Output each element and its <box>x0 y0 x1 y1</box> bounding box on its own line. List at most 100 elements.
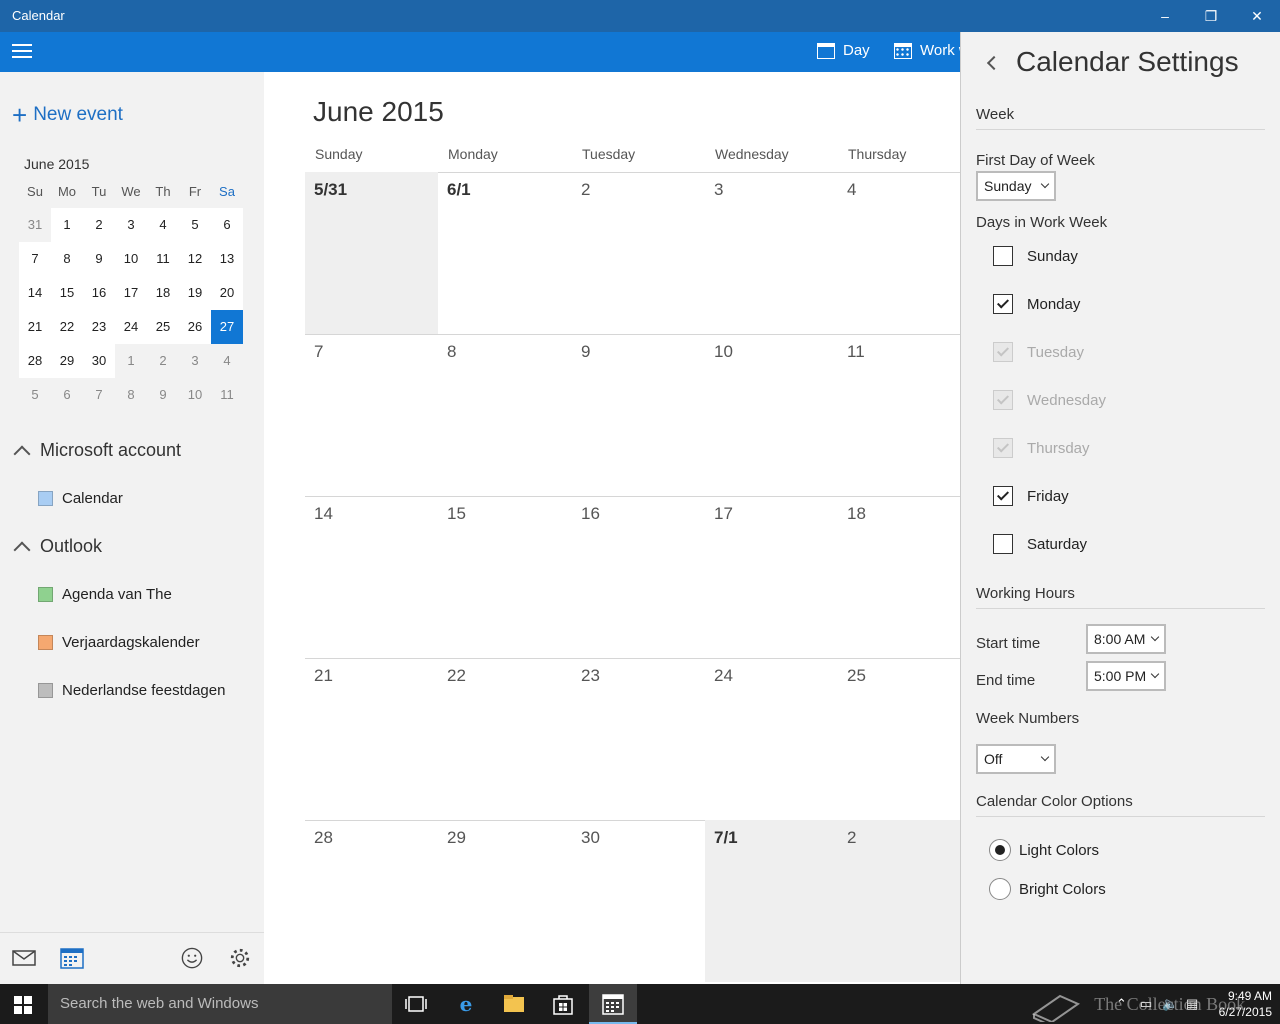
mini-calendar-day[interactable]: 18 <box>147 276 179 310</box>
light-colors-radio[interactable]: Light Colors <box>989 839 1099 861</box>
calendar-item[interactable]: Calendar <box>38 490 123 507</box>
month-day-cell[interactable]: 21 <box>305 658 438 820</box>
month-day-cell[interactable]: 2 <box>838 820 971 982</box>
mini-calendar-day[interactable]: 5 <box>179 208 211 242</box>
mini-calendar-day[interactable]: 27 <box>211 310 243 344</box>
calendar-taskbar-button[interactable] <box>589 984 637 1024</box>
mini-calendar-day[interactable]: 13 <box>211 242 243 276</box>
mini-calendar-day[interactable]: 25 <box>147 310 179 344</box>
work-day-checkbox-saturday[interactable]: Saturday <box>993 534 1087 554</box>
month-day-cell[interactable]: 14 <box>305 496 438 658</box>
feedback-smiley-icon[interactable] <box>180 947 204 969</box>
month-day-cell[interactable]: 4 <box>838 172 971 334</box>
mini-calendar-day[interactable]: 7 <box>83 378 115 412</box>
minimize-button[interactable]: – <box>1142 0 1188 32</box>
mini-calendar-day[interactable]: 9 <box>83 242 115 276</box>
close-button[interactable]: ✕ <box>1234 0 1280 32</box>
calendar-item[interactable]: Verjaardagskalender <box>38 634 200 651</box>
month-day-cell[interactable]: 18 <box>838 496 971 658</box>
mini-calendar-day[interactable]: 12 <box>179 242 211 276</box>
month-day-cell[interactable]: 17 <box>705 496 838 658</box>
mini-calendar-day[interactable]: 14 <box>19 276 51 310</box>
back-arrow-icon[interactable] <box>986 55 1002 71</box>
month-day-cell[interactable]: 7 <box>305 334 438 496</box>
work-day-checkbox-friday[interactable]: Friday <box>993 486 1069 506</box>
new-event-button[interactable]: + New event <box>12 102 123 128</box>
calendar-item[interactable]: Nederlandse feestdagen <box>38 682 225 699</box>
month-day-cell[interactable]: 6/1 <box>438 172 571 334</box>
mini-calendar-day[interactable]: 28 <box>19 344 51 378</box>
restore-button[interactable]: ❐ <box>1188 0 1234 32</box>
mail-icon[interactable] <box>12 947 36 969</box>
windows-start-icon[interactable] <box>14 996 32 1014</box>
edge-browser-icon[interactable]: e <box>454 992 478 1016</box>
gear-icon[interactable] <box>228 947 252 969</box>
month-day-cell[interactable]: 23 <box>572 658 705 820</box>
mini-calendar-day[interactable]: 4 <box>211 344 243 378</box>
mini-calendar-day[interactable]: 2 <box>147 344 179 378</box>
mini-calendar-title[interactable]: June 2015 <box>24 156 89 172</box>
mini-calendar-day[interactable]: 21 <box>19 310 51 344</box>
month-day-cell[interactable]: 7/1 <box>705 820 838 982</box>
work-day-checkbox-sunday[interactable]: Sunday <box>993 246 1078 266</box>
month-day-cell[interactable]: 24 <box>705 658 838 820</box>
mini-calendar-day[interactable]: 19 <box>179 276 211 310</box>
month-day-cell[interactable]: 2 <box>572 172 705 334</box>
mini-calendar-day[interactable]: 6 <box>51 378 83 412</box>
mini-calendar-day[interactable]: 24 <box>115 310 147 344</box>
bright-colors-radio[interactable]: Bright Colors <box>989 878 1106 900</box>
account-outlook[interactable]: Outlook <box>12 536 102 558</box>
mini-calendar-day[interactable]: 31 <box>19 208 51 242</box>
mini-calendar-day[interactable]: 15 <box>51 276 83 310</box>
day-view-button[interactable]: Day <box>817 42 870 59</box>
month-day-cell[interactable]: 9 <box>572 334 705 496</box>
calendar-icon[interactable] <box>60 947 84 969</box>
mini-calendar-day[interactable]: 3 <box>179 344 211 378</box>
mini-calendar-day[interactable]: 2 <box>83 208 115 242</box>
mini-calendar-day[interactable]: 16 <box>83 276 115 310</box>
start-time-select[interactable]: 8:00 AM <box>1086 624 1166 654</box>
mini-calendar-day[interactable]: 9 <box>147 378 179 412</box>
calendar-item[interactable]: Agenda van The <box>38 586 172 603</box>
month-day-cell[interactable]: 25 <box>838 658 971 820</box>
month-day-cell[interactable]: 15 <box>438 496 571 658</box>
mini-calendar-day[interactable]: 1 <box>51 208 83 242</box>
month-day-cell[interactable]: 22 <box>438 658 571 820</box>
work-day-checkbox-monday[interactable]: Monday <box>993 294 1080 314</box>
week-numbers-select[interactable]: Off <box>976 744 1056 774</box>
month-day-cell[interactable]: 29 <box>438 820 571 982</box>
end-time-select[interactable]: 5:00 PM <box>1086 661 1166 691</box>
mini-calendar-day[interactable]: 22 <box>51 310 83 344</box>
mini-calendar-day[interactable]: 29 <box>51 344 83 378</box>
mini-calendar-day[interactable]: 11 <box>147 242 179 276</box>
mini-calendar-day[interactable]: 5 <box>19 378 51 412</box>
month-day-cell[interactable]: 10 <box>705 334 838 496</box>
file-explorer-icon[interactable] <box>502 992 526 1016</box>
mini-calendar-day[interactable]: 10 <box>179 378 211 412</box>
first-day-select[interactable]: Sunday <box>976 171 1056 201</box>
mini-calendar-day[interactable]: 6 <box>211 208 243 242</box>
mini-calendar-day[interactable]: 17 <box>115 276 147 310</box>
month-day-cell[interactable]: 30 <box>572 820 705 982</box>
task-view-icon[interactable] <box>404 992 428 1016</box>
taskbar-search[interactable]: Search the web and Windows <box>48 984 392 1024</box>
month-day-cell[interactable]: 8 <box>438 334 571 496</box>
mini-calendar-day[interactable]: 3 <box>115 208 147 242</box>
mini-calendar-day[interactable]: 4 <box>147 208 179 242</box>
month-day-cell[interactable]: 28 <box>305 820 438 982</box>
mini-calendar-day[interactable]: 23 <box>83 310 115 344</box>
mini-calendar-day[interactable]: 8 <box>51 242 83 276</box>
mini-calendar-day[interactable]: 10 <box>115 242 147 276</box>
month-day-cell[interactable]: 5/31 <box>305 172 438 334</box>
mini-calendar-day[interactable]: 7 <box>19 242 51 276</box>
mini-calendar-day[interactable]: 26 <box>179 310 211 344</box>
month-day-cell[interactable]: 3 <box>705 172 838 334</box>
mini-calendar-day[interactable]: 11 <box>211 378 243 412</box>
work-week-view-button[interactable]: Work w <box>894 42 970 59</box>
account-microsoft[interactable]: Microsoft account <box>12 440 181 462</box>
mini-calendar-day[interactable]: 1 <box>115 344 147 378</box>
store-icon[interactable] <box>551 992 575 1016</box>
mini-calendar-day[interactable]: 20 <box>211 276 243 310</box>
month-day-cell[interactable]: 11 <box>838 334 971 496</box>
hamburger-menu-icon[interactable] <box>12 44 32 60</box>
